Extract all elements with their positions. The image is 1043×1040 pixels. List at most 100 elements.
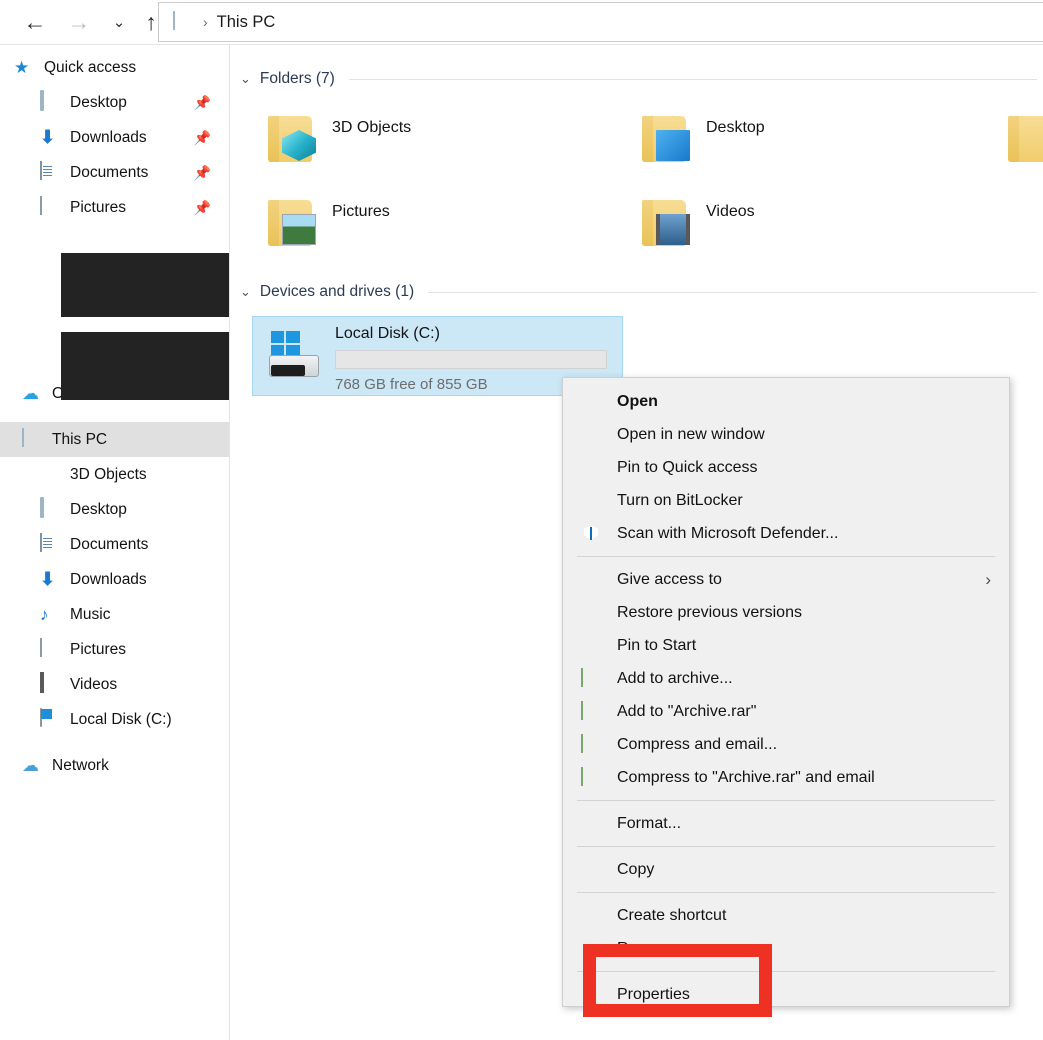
sidebar-item-music[interactable]: ♪ Music <box>0 597 229 632</box>
menu-item-compress-to-archive-rar-and-email[interactable]: Compress to "Archive.rar" and email <box>563 761 1009 794</box>
menu-item-format[interactable]: Format... <box>563 807 1009 840</box>
menu-item-label: Restore previous versions <box>617 604 802 622</box>
folders-group-header[interactable]: ⌄ Folders (7) <box>230 65 1043 93</box>
navigation-pane: ★ Quick access Desktop 📌 ⬇ Downloads 📌 D… <box>0 45 229 1040</box>
folder-tile-partial[interactable] <box>1000 111 1043 169</box>
breadcrumb[interactable]: This PC <box>217 13 276 32</box>
sidebar-item-label: Documents <box>70 536 148 554</box>
sidebar-item-label: Videos <box>70 676 117 694</box>
folder-icon <box>40 232 61 253</box>
sidebar-item-downloads[interactable]: ⬇ Downloads <box>0 562 229 597</box>
sidebar-item-3d-objects[interactable]: 3D Objects <box>0 457 229 492</box>
pin-icon[interactable]: 📌 <box>194 129 211 146</box>
winrar-icon <box>581 702 601 722</box>
menu-item-label: Add to archive... <box>617 670 733 688</box>
folder-icon <box>40 337 61 358</box>
sidebar-item-videos[interactable]: Videos <box>0 667 229 702</box>
menu-item-open-in-new-window[interactable]: Open in new window <box>563 418 1009 451</box>
menu-item-compress-and-email[interactable]: Compress and email... <box>563 728 1009 761</box>
menu-item-label: Pin to Start <box>617 637 696 655</box>
folder-tile[interactable]: 3D Objects <box>252 105 419 177</box>
sidebar-item-label: Desktop <box>70 94 127 112</box>
sidebar-item-label: Network <box>52 757 109 775</box>
menu-separator <box>577 800 995 801</box>
sidebar-item-desktop[interactable]: Desktop <box>0 492 229 527</box>
onedrive-cloud-icon: ☁ <box>22 383 43 404</box>
this-pc-icon <box>173 12 194 33</box>
winrar-icon <box>581 669 601 689</box>
menu-item-label: Properties <box>617 986 690 1004</box>
sidebar-item-documents-quick[interactable]: Documents 📌 <box>0 155 229 190</box>
sidebar-item-pictures-quick[interactable]: Pictures 📌 <box>0 190 229 225</box>
defender-shield-icon <box>581 524 601 544</box>
chevron-down-icon[interactable]: ⌄ <box>240 284 251 300</box>
sidebar-item-this-pc[interactable]: This PC <box>0 422 229 457</box>
menu-item-rename[interactable]: Rename <box>563 932 1009 965</box>
file-explorer-window: ← → ⌄ ↑ › This PC ★ Quick access Desktop… <box>0 0 1043 1040</box>
menu-item-add-to-archive-rar[interactable]: Add to "Archive.rar" <box>563 695 1009 728</box>
menu-item-pin-to-start[interactable]: Pin to Start <box>563 629 1009 662</box>
menu-item-give-access-to[interactable]: Give access to › <box>563 563 1009 596</box>
menu-separator <box>577 556 995 557</box>
sidebar-item-label: Pictures <box>70 199 126 217</box>
downloads-icon: ⬇ <box>40 127 61 148</box>
folder-tile[interactable]: Pictures <box>252 189 398 261</box>
sidebar-item-label: Pictures <box>70 641 126 659</box>
sidebar-item-quick-access[interactable]: ★ Quick access <box>0 50 229 85</box>
folder-tile[interactable]: Desktop <box>626 105 773 177</box>
menu-item-label: Open in new window <box>617 426 765 444</box>
network-icon: ☁ <box>22 755 43 776</box>
pin-icon[interactable]: 📌 <box>194 199 211 216</box>
documents-icon <box>40 162 61 183</box>
address-bar[interactable]: › This PC <box>158 2 1043 42</box>
folder-icon <box>40 302 61 323</box>
this-pc-icon <box>22 429 43 450</box>
sidebar-item-label: Downloads <box>70 571 147 589</box>
chevron-down-icon[interactable]: ⌄ <box>240 71 251 87</box>
submenu-chevron-icon[interactable]: › <box>985 570 991 590</box>
menu-item-label: Turn on BitLocker <box>617 492 743 510</box>
folder-desktop-icon <box>634 111 696 169</box>
sidebar-item-documents[interactable]: Documents <box>0 527 229 562</box>
menu-item-restore-previous-versions[interactable]: Restore previous versions <box>563 596 1009 629</box>
pin-icon[interactable]: 📌 <box>194 94 211 111</box>
music-icon: ♪ <box>40 604 61 625</box>
menu-separator <box>577 892 995 893</box>
menu-item-label: Create shortcut <box>617 907 726 925</box>
folder-icon <box>1000 111 1043 169</box>
folder-tile-label: Desktop <box>706 119 765 137</box>
sidebar-item-label: Downloads <box>70 129 147 147</box>
pictures-icon <box>40 197 61 218</box>
menu-item-properties[interactable]: Properties <box>563 978 1009 1011</box>
menu-item-scan-with-defender[interactable]: Scan with Microsoft Defender... <box>563 517 1009 550</box>
back-arrow-icon[interactable]: ← <box>18 6 52 38</box>
recent-locations-chevron-icon[interactable]: ⌄ <box>102 6 136 38</box>
menu-item-label: Scan with Microsoft Defender... <box>617 525 838 543</box>
sidebar-item-desktop-quick[interactable]: Desktop 📌 <box>0 85 229 120</box>
menu-item-open[interactable]: Open <box>563 385 1009 418</box>
menu-item-create-shortcut[interactable]: Create shortcut <box>563 899 1009 932</box>
pin-icon[interactable]: 📌 <box>194 164 211 181</box>
menu-separator <box>577 971 995 972</box>
menu-item-label: Compress and email... <box>617 736 777 754</box>
menu-item-add-to-archive[interactable]: Add to archive... <box>563 662 1009 695</box>
menu-item-pin-to-quick-access[interactable]: Pin to Quick access <box>563 451 1009 484</box>
menu-item-turn-on-bitlocker[interactable]: Turn on BitLocker <box>563 484 1009 517</box>
menu-item-label: Give access to <box>617 571 722 589</box>
group-rule <box>349 79 1037 80</box>
winrar-icon <box>581 735 601 755</box>
star-pin-icon: ★ <box>14 57 35 78</box>
sidebar-item-label: Music <box>70 606 110 624</box>
menu-item-label: Rename <box>617 940 677 958</box>
folder-tile[interactable]: Videos <box>626 189 763 261</box>
desktop-icon <box>40 499 61 520</box>
sidebar-item-network[interactable]: ☁ Network <box>0 748 229 783</box>
forward-arrow-icon[interactable]: → <box>62 6 96 38</box>
sidebar-item-local-disk[interactable]: Local Disk (C:) <box>0 702 229 737</box>
menu-item-copy[interactable]: Copy <box>563 853 1009 886</box>
drives-group-header[interactable]: ⌄ Devices and drives (1) <box>230 278 1043 306</box>
sidebar-item-pictures[interactable]: Pictures <box>0 632 229 667</box>
folder-icon <box>40 267 61 288</box>
sidebar-item-downloads-quick[interactable]: ⬇ Downloads 📌 <box>0 120 229 155</box>
videos-icon <box>40 674 61 695</box>
